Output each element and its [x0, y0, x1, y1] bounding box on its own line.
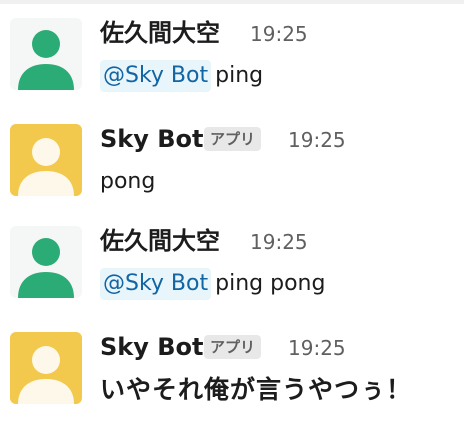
- message-text: いやそれ俺が言うやつぅ！: [100, 374, 412, 406]
- message-body: pong: [100, 169, 156, 194]
- mention-link[interactable]: @Sky Bot: [100, 268, 212, 300]
- bot-avatar-icon[interactable]: [10, 124, 82, 196]
- top-divider: [0, 0, 464, 4]
- timestamp[interactable]: 19:25: [250, 228, 308, 256]
- user-avatar-icon[interactable]: [10, 226, 82, 298]
- app-badge: アプリ: [204, 335, 262, 359]
- timestamp[interactable]: 19:25: [250, 20, 308, 48]
- message-body: ping pong: [215, 271, 326, 296]
- message: 佐久間大空 19:25 @Sky Bot ping: [0, 18, 464, 98]
- sender-name[interactable]: 佐久間大空: [100, 226, 220, 256]
- sender-name[interactable]: Sky Bot: [100, 124, 204, 154]
- user-avatar-icon[interactable]: [10, 18, 82, 90]
- message: Sky Bot アプリ 19:25 pong: [0, 124, 464, 204]
- bot-avatar-icon[interactable]: [10, 332, 82, 404]
- message-text: @Sky Bot ping pong: [100, 268, 325, 300]
- mention-link[interactable]: @Sky Bot: [100, 60, 212, 92]
- message: 佐久間大空 19:25 @Sky Bot ping pong: [0, 226, 464, 306]
- message-text: pong: [100, 166, 155, 198]
- message-body: ping: [215, 63, 264, 88]
- message: Sky Bot アプリ 19:25 いやそれ俺が言うやつぅ！: [0, 332, 464, 422]
- app-badge: アプリ: [204, 127, 262, 151]
- timestamp[interactable]: 19:25: [288, 334, 346, 362]
- message-body: いやそれ俺が言うやつぅ！: [100, 375, 413, 404]
- timestamp[interactable]: 19:25: [288, 126, 346, 154]
- sender-name[interactable]: 佐久間大空: [100, 18, 220, 48]
- message-text: @Sky Bot ping: [100, 60, 263, 92]
- sender-name[interactable]: Sky Bot: [100, 332, 204, 362]
